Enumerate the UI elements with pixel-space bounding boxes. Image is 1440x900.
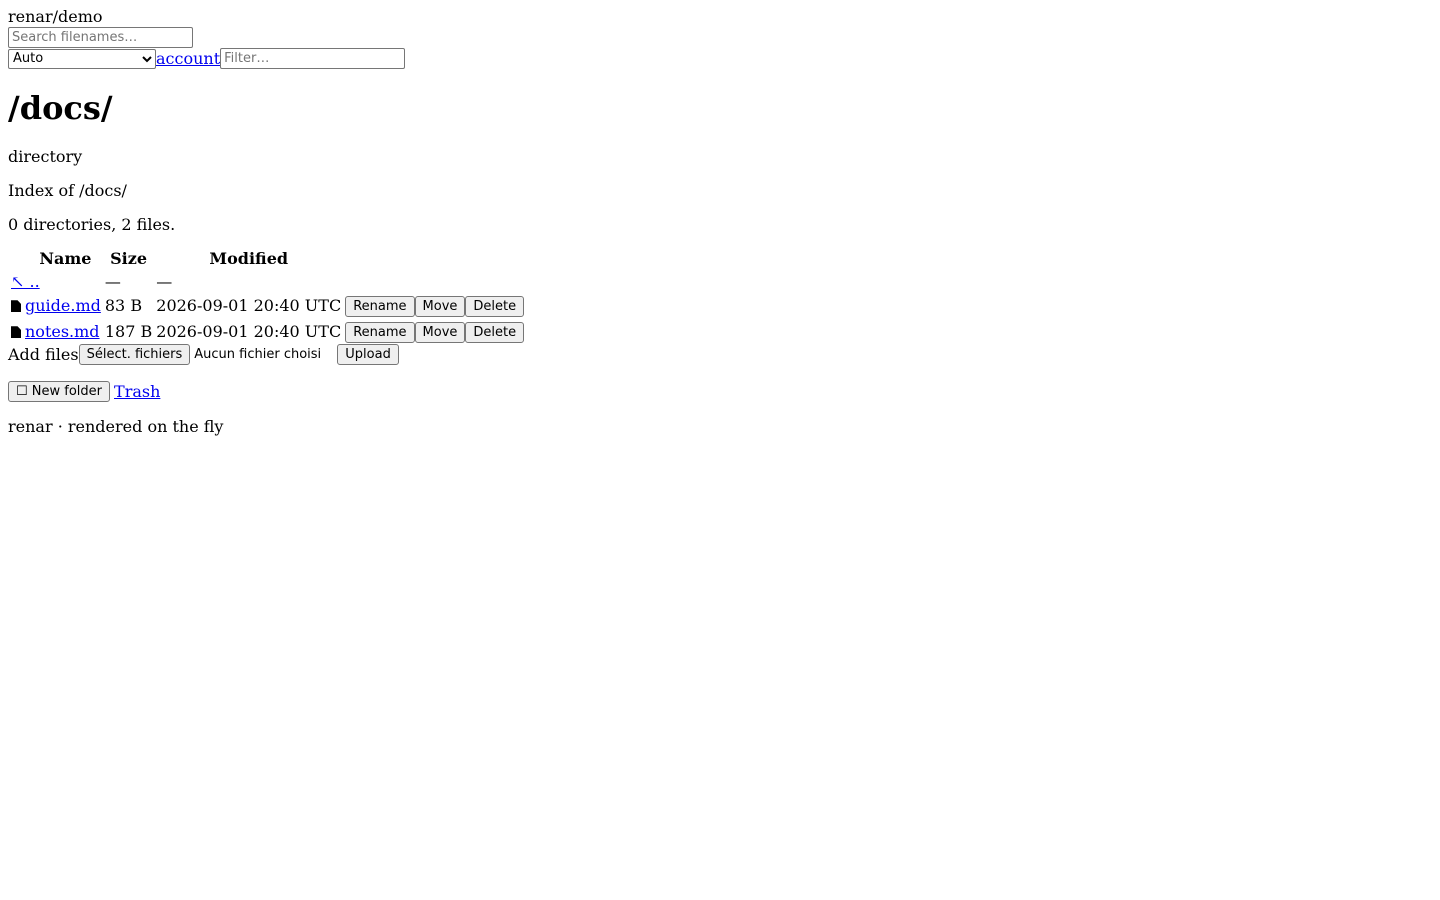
file-size: 187 B <box>104 322 153 342</box>
new-folder-button[interactable]: ☐ New folder <box>8 380 111 402</box>
file-link[interactable]: guide.md <box>25 296 101 315</box>
upload-label: Add files <box>8 344 79 364</box>
search-input[interactable] <box>8 27 193 48</box>
rename-button[interactable]: Rename <box>345 321 415 343</box>
theme-select[interactable]: Auto <box>8 48 156 69</box>
delete-button[interactable]: Delete <box>465 321 525 343</box>
file-modified: 2026-09-01 20:40 UTC <box>156 322 342 342</box>
parent-directory-link[interactable]: ↖ .. <box>11 272 40 291</box>
account-link[interactable]: account <box>156 49 220 68</box>
trash-link[interactable]: Trash <box>114 382 160 401</box>
table-header-row: Name Size Modified <box>10 248 525 269</box>
parent-size: — <box>104 271 121 291</box>
move-button[interactable]: Move <box>414 321 466 343</box>
toolbar: Auto account <box>8 48 1432 69</box>
delete-button[interactable]: Delete <box>465 295 525 317</box>
file-modified: 2026-09-01 20:40 UTC <box>156 296 342 316</box>
move-button[interactable]: Move <box>414 295 466 317</box>
file-size: 83 B <box>104 296 143 316</box>
footer-text: renar · rendered on the fly <box>8 416 224 436</box>
page: renar/demo Auto account /docs/ directory… <box>0 0 1440 436</box>
search-row <box>8 27 1432 48</box>
column-header-actions <box>344 248 525 269</box>
upload-button[interactable]: Upload <box>337 343 399 365</box>
no-file-chosen-text: Aucun fichier choisi <box>194 346 322 362</box>
index-heading: Index of /docs/ <box>8 180 127 200</box>
table-row: guide.md 83 B 2026-09-01 20:40 UTC Renam… <box>10 294 525 318</box>
upload-form: Add files Sélect. fichiers Aucun fichier… <box>8 343 1432 365</box>
table-row-parent: ↖ .. — — <box>10 271 525 292</box>
parent-modified: — <box>156 271 173 291</box>
page-title: /docs/ <box>8 89 113 127</box>
file-icon <box>11 326 21 339</box>
folder-actions: ☐ New folder Trash <box>8 380 1432 402</box>
file-icon <box>11 300 21 313</box>
listing-summary: 0 directories, 2 files. <box>8 214 176 234</box>
table-row: notes.md 187 B 2026-09-01 20:40 UTC Rena… <box>10 320 525 344</box>
filter-input[interactable] <box>220 48 406 69</box>
file-table: Name Size Modified ↖ .. — — guide.md 83 … <box>8 246 527 346</box>
repo-name: renar/demo <box>8 7 103 26</box>
rename-button[interactable]: Rename <box>345 295 415 317</box>
column-header-name: Name <box>39 248 92 268</box>
choose-files-button[interactable]: Sélect. fichiers <box>78 343 191 365</box>
column-header-size: Size <box>110 248 148 268</box>
entry-type: directory <box>8 146 83 166</box>
file-link[interactable]: notes.md <box>25 322 100 341</box>
column-header-modified: Modified <box>209 248 289 268</box>
